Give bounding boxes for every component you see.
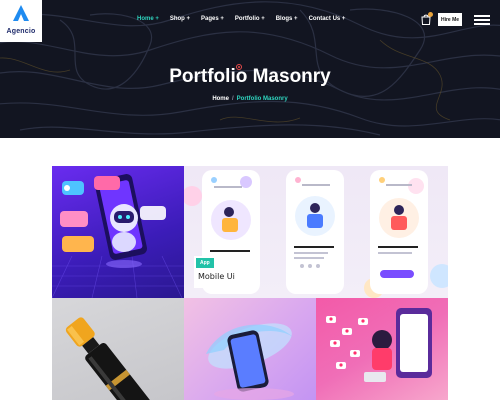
logo-text: Agencio xyxy=(6,28,36,35)
cosmetic-bottle-photo xyxy=(65,317,152,400)
nav-shop[interactable]: Shop + xyxy=(170,16,190,22)
phone-splash-3d-render xyxy=(206,323,294,400)
nav-portfolio[interactable]: Portfolio + xyxy=(235,16,265,22)
chatbot-robot-illustration xyxy=(52,174,184,298)
page-title: Portfolio Masonry xyxy=(169,66,331,87)
breadcrumb-current: Portfolio Masonry xyxy=(236,96,288,102)
nav-blogs[interactable]: Blogs + xyxy=(276,16,298,22)
nav-pages[interactable]: Pages + xyxy=(201,16,224,22)
hamburger-icon[interactable] xyxy=(474,15,490,25)
portfolio-item-cosmetic[interactable] xyxy=(52,298,184,400)
social-media-likes-illustration xyxy=(326,308,432,382)
breadcrumb-separator: / xyxy=(231,96,234,102)
logo-a-icon xyxy=(13,5,29,21)
nav-contact[interactable]: Contact Us + xyxy=(309,16,346,22)
cart-badge xyxy=(428,12,433,17)
portfolio-item-title[interactable]: Mobile Ui xyxy=(198,272,235,281)
category-tag[interactable]: App xyxy=(196,258,214,268)
nav-home[interactable]: Home + xyxy=(137,16,159,22)
breadcrumb: Home / Portfolio Masonry xyxy=(0,96,500,102)
portfolio-item-social[interactable] xyxy=(316,298,448,400)
page-header-hero: Agencio Home + Shop + Pages + Portfolio … xyxy=(0,0,500,138)
hire-me-button[interactable]: Hire Me xyxy=(438,13,462,26)
breadcrumb-home[interactable]: Home xyxy=(212,96,229,102)
portfolio-item-phone-3d[interactable] xyxy=(184,298,316,400)
page: Agencio Home + Shop + Pages + Portfolio … xyxy=(0,0,500,400)
portfolio-item-chatbot[interactable] xyxy=(52,166,184,298)
main-nav: Home + Shop + Pages + Portfolio + Blogs … xyxy=(137,16,345,22)
logo[interactable]: Agencio xyxy=(0,0,42,42)
